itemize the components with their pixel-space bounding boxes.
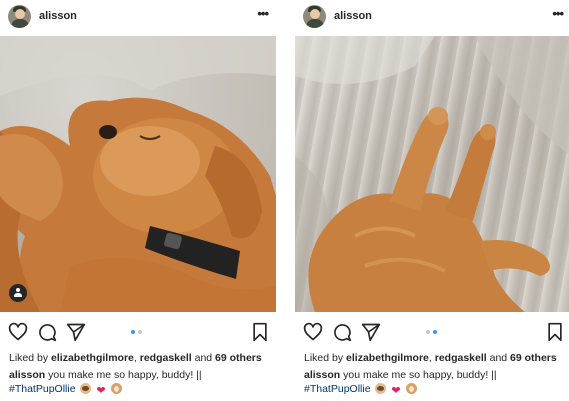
likes-summary[interactable]: Liked by elizabethgilmore, redgaskell an…: [9, 352, 262, 364]
liked-and: and: [191, 352, 216, 364]
liked-user-1[interactable]: elizabethgilmore: [346, 352, 429, 364]
username[interactable]: alisson: [334, 10, 372, 22]
person-emoji-icon: [80, 383, 92, 394]
carousel-indicator: [426, 330, 440, 336]
caption: alisson you make me so happy, buddy! ||: [304, 369, 497, 381]
liked-user-1[interactable]: elizabethgilmore: [51, 352, 134, 364]
avatar[interactable]: [8, 5, 31, 28]
dog-emoji-icon: [405, 383, 417, 394]
paper-plane-icon[interactable]: [66, 322, 86, 342]
more-options-icon[interactable]: •••: [257, 7, 269, 20]
liked-user-2[interactable]: redgaskell: [435, 352, 487, 364]
liked-others-count[interactable]: 69 others: [510, 352, 557, 364]
carousel-dot-1[interactable]: [131, 330, 135, 334]
carousel-dot-2[interactable]: [433, 330, 437, 334]
liked-by-prefix: Liked by: [304, 352, 347, 364]
post-photo[interactable]: [0, 36, 276, 312]
comment-bubble-icon[interactable]: [332, 322, 352, 342]
comment-bubble-icon[interactable]: [37, 322, 57, 342]
carousel-dot-2[interactable]: [138, 330, 142, 334]
avatar[interactable]: [303, 5, 326, 28]
avatar-head: [310, 9, 320, 19]
heart-outline-icon[interactable]: [8, 322, 28, 342]
avatar-head: [15, 9, 25, 19]
caption-text: you make me so happy, buddy! ||: [45, 369, 202, 381]
hashtag-link[interactable]: #ThatPupOllie: [9, 383, 76, 395]
bookmark-icon[interactable]: [545, 322, 565, 342]
action-bar: [295, 320, 569, 346]
hashtag-link[interactable]: #ThatPupOllie: [304, 383, 371, 395]
dog-emoji-icon: [110, 383, 122, 394]
person-emoji-icon: [375, 383, 387, 394]
puppy-on-bed-photo: [295, 36, 569, 312]
caption-text: you make me so happy, buddy! ||: [340, 369, 497, 381]
caption-username[interactable]: alisson: [304, 369, 340, 381]
liked-by-prefix: Liked by: [9, 352, 52, 364]
heart-outline-icon[interactable]: [303, 322, 323, 342]
post-header: alisson •••: [295, 4, 569, 30]
heart-emoji-icon: ❤: [96, 385, 106, 397]
liked-and: and: [486, 352, 511, 364]
more-options-icon[interactable]: •••: [552, 7, 564, 20]
avatar-body: [306, 19, 324, 28]
liked-user-2[interactable]: redgaskell: [140, 352, 192, 364]
caption-hashtag-line: #ThatPupOllie ❤: [304, 383, 417, 397]
instagram-post-comparison: alisson ••• Liked by elizabethgilmore, r…: [0, 0, 569, 401]
caption: alisson you make me so happy, buddy! ||: [9, 369, 202, 381]
post-left: alisson ••• Liked by elizabethgilmore, r…: [0, 0, 276, 401]
action-bar: [0, 320, 276, 346]
heart-emoji-icon: ❤: [391, 385, 401, 397]
caption-hashtag-line: #ThatPupOllie ❤: [9, 383, 122, 397]
carousel-indicator: [131, 330, 145, 336]
likes-summary[interactable]: Liked by elizabethgilmore, redgaskell an…: [304, 352, 557, 364]
sleeping-puppy-photo: [0, 36, 276, 312]
tagged-person-icon[interactable]: [9, 284, 27, 302]
paper-plane-icon[interactable]: [361, 322, 381, 342]
username[interactable]: alisson: [39, 10, 77, 22]
liked-others-count[interactable]: 69 others: [215, 352, 262, 364]
post-photo[interactable]: [295, 36, 569, 312]
carousel-dot-1[interactable]: [426, 330, 430, 334]
avatar-body: [11, 19, 29, 28]
post-header: alisson •••: [0, 4, 276, 30]
caption-username[interactable]: alisson: [9, 369, 45, 381]
bookmark-icon[interactable]: [250, 322, 270, 342]
post-right: alisson ••• Liked by elizabethgilmore, r…: [295, 0, 569, 401]
